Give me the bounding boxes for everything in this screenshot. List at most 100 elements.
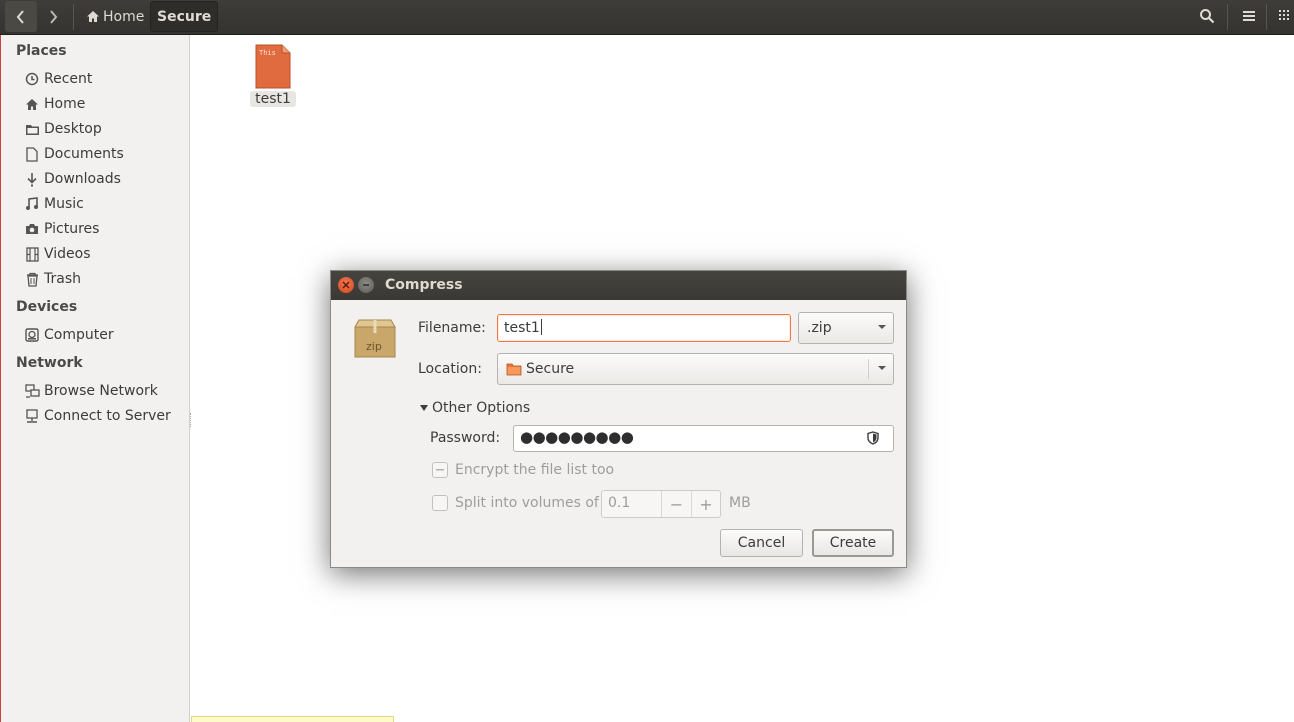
password-input[interactable]: ●●●●●●●●● [513,425,894,452]
triangle-down-icon [420,405,428,411]
sidebar-item-label: Pictures [44,221,100,237]
location-label: Location: [418,361,482,377]
split-label: Split into volumes of [455,495,599,511]
document-icon [24,146,40,162]
split-volumes-checkbox[interactable]: Split into volumes of [432,495,599,511]
dialog-titlebar: Compress [331,271,906,300]
chevron-right-icon [50,9,58,24]
sidebar-item-label: Trash [44,271,81,287]
sidebar-item-desktop[interactable]: Desktop [24,118,102,140]
header-bar: Home Secure [0,0,1294,35]
sidebar-heading-devices: Devices [16,299,78,315]
compress-dialog: Compress zip Filename: test1 .zip Locati… [330,270,907,568]
sidebar-item-pictures[interactable]: Pictures [24,218,99,240]
sidebar-item-connect-server[interactable]: Connect to Server [24,405,171,427]
folder-icon [506,363,522,376]
chevron-left-icon [16,9,24,24]
sidebar-item-trash[interactable]: Trash [24,268,81,290]
minimize-button[interactable] [358,277,374,293]
folder-icon [24,121,40,137]
encrypt-file-list-checkbox[interactable]: Encrypt the file list too [432,462,614,478]
grid-view-button[interactable] [1270,1,1294,31]
sidebar-item-label: Computer [44,327,114,343]
password-label: Password: [430,430,501,446]
home-icon [87,11,99,22]
download-icon [24,171,40,187]
sidebar-item-label: Videos [44,246,91,262]
film-icon [24,246,40,262]
location-dropdown[interactable]: Secure [497,353,894,385]
close-icon [342,281,350,289]
archive-icon: zip [353,319,397,359]
sidebar-item-music[interactable]: Music [24,193,84,215]
sidebar-item-downloads[interactable]: Downloads [24,168,121,190]
sidebar-item-label: Desktop [44,121,102,137]
sidebar-item-label: Music [44,196,84,212]
home-icon [24,96,40,112]
file-name: test1 [250,91,296,107]
sidebar-item-label: Browse Network [44,383,158,399]
forward-button[interactable] [37,1,69,32]
dialog-title: Compress [385,277,463,293]
location-value: Secure [526,361,575,377]
separator [1227,4,1228,30]
file-thumb-text: This [259,49,276,57]
other-options-expander[interactable]: Other Options [419,400,530,416]
grid-icon [1279,10,1289,20]
menu-icon [1243,11,1255,21]
breadcrumb-home[interactable]: Home [80,1,150,32]
sidebar-resize-grip[interactable] [190,413,191,427]
breadcrumb-current[interactable]: Secure [150,1,219,32]
sidebar-item-label: Downloads [44,171,121,187]
sidebar-item-documents[interactable]: Documents [24,143,124,165]
separator [73,4,74,30]
sidebar-item-recent[interactable]: Recent [24,68,92,90]
dropdown-divider [868,359,869,379]
sidebar-heading-places: Places [16,43,67,59]
list-view-button[interactable] [1234,1,1264,31]
filename-value: test1 [504,320,540,336]
drive-icon [24,327,40,343]
shield-icon[interactable] [867,431,879,445]
sidebar-item-computer[interactable]: Computer [24,324,114,346]
sidebar-item-home[interactable]: Home [24,93,85,115]
dropdown-arrow-icon [878,366,886,370]
archive-icon-text: zip [366,340,382,353]
checkbox-indeterminate [432,462,448,478]
sidebar-item-label: Home [44,96,86,112]
back-button[interactable] [5,1,37,32]
volume-size-spinner[interactable]: 0.1 − + [601,490,721,518]
other-options-label: Other Options [432,400,531,416]
dropdown-arrow-icon [878,325,886,329]
text-file-icon: This [255,44,291,89]
search-button[interactable] [1192,1,1222,31]
status-tooltip [191,716,394,722]
increment-button[interactable]: + [691,491,720,517]
encrypt-label: Encrypt the file list too [455,462,615,478]
sidebar-item-label: Recent [44,71,93,87]
extension-dropdown[interactable]: .zip [798,312,894,344]
create-button[interactable]: Create [812,529,894,557]
sidebar-item-browse-network[interactable]: Browse Network [24,380,158,402]
breadcrumb-home-label: Home [103,8,145,25]
sidebar: Places Recent Home Desktop Documents Dow… [1,35,191,722]
trash-icon [24,271,40,287]
sidebar-item-label: Documents [44,146,124,162]
sidebar-item-videos[interactable]: Videos [24,243,91,265]
camera-icon [24,221,40,237]
decrement-button[interactable]: − [662,491,691,517]
password-mask: ●●●●●●●●● [520,428,634,446]
filename-input[interactable]: test1 [497,314,791,342]
minimize-icon [363,284,369,286]
checkbox-unchecked [432,495,448,511]
filename-label: Filename: [418,320,486,336]
sidebar-heading-network: Network [16,355,83,371]
close-button[interactable] [338,277,354,293]
network-icon [24,383,40,399]
text-caret [540,319,542,335]
cancel-button[interactable]: Cancel [720,529,803,557]
file-item[interactable]: This test1 [250,44,296,107]
extension-value: .zip [807,320,832,336]
separator [1266,4,1267,30]
volume-size-value[interactable]: 0.1 [602,491,662,517]
